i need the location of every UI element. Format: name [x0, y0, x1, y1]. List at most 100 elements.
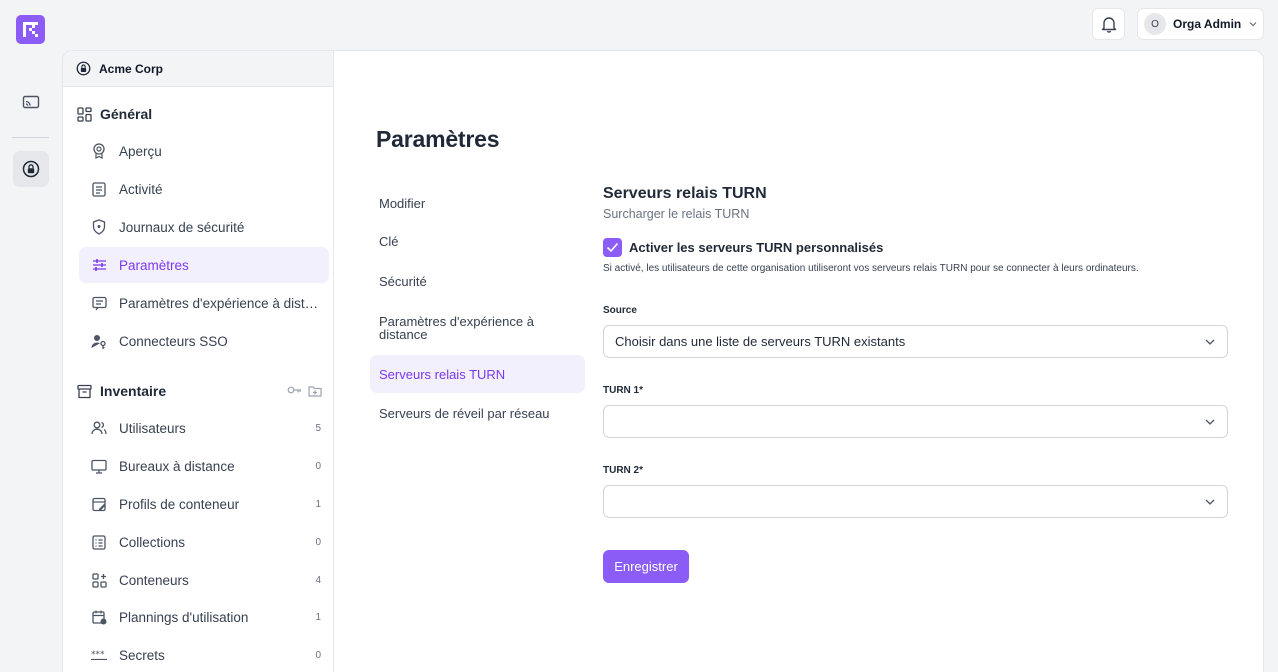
sliders-icon [91, 257, 107, 273]
sidebar-item-label: Journaux de sécurité [119, 219, 245, 235]
avatar: O [1144, 13, 1166, 35]
chevron-down-icon [1205, 499, 1215, 505]
subnav-label: Paramètres d'expérience à distance [379, 314, 534, 342]
users-icon [91, 420, 107, 436]
sidebar-item-container-profiles[interactable]: Profils de conteneur 1 [79, 486, 329, 522]
sidebar-item-label: Profils de conteneur [119, 496, 240, 512]
item-count: 4 [315, 574, 321, 586]
document-list-icon [91, 181, 107, 197]
sidebar-item-containers[interactable]: Conteneurs 4 [79, 562, 329, 598]
item-count: 1 [315, 498, 321, 510]
archive-box-icon [77, 384, 92, 398]
sidebar-item-label: Collections [119, 534, 186, 550]
turn2-label: TURN 2* [603, 465, 644, 476]
form-subtitle: Surcharger le relais TURN [603, 207, 750, 221]
chevron-down-icon [1205, 339, 1215, 345]
organization-sidebar: Acme Corp Général Aperçu Activité Journa… [62, 50, 333, 672]
subnav-security[interactable]: Sécurité [370, 263, 585, 299]
sidebar-item-label: Secrets [119, 647, 165, 663]
section-general-title: Général [100, 106, 153, 122]
subnav-remote-experience[interactable]: Paramètres d'expérience à distance [370, 307, 585, 349]
profile-edit-icon [91, 496, 107, 512]
turn2-select[interactable] [603, 485, 1228, 518]
subnav-label: Modifier [379, 195, 426, 211]
sidebar-item-secrets[interactable]: *** Secrets 0 [79, 637, 329, 672]
dashboard-grid-icon [77, 106, 92, 122]
sidebar-item-label: Paramètres d'expérience à distance [119, 295, 324, 311]
sidebar-item-label: Conteneurs [119, 572, 189, 588]
cast-screen-icon [22, 95, 40, 109]
item-count: 0 [315, 536, 321, 548]
containers-grid-icon [91, 572, 107, 588]
item-count: 0 [315, 649, 321, 661]
chevron-down-icon [1205, 419, 1215, 425]
subnav-edit[interactable]: Modifier [370, 185, 585, 221]
subnav-label: Clé [379, 233, 399, 249]
sidebar-item-remote-desktops[interactable]: Bureaux à distance 0 [79, 448, 329, 484]
item-count: 1 [315, 611, 321, 623]
sidebar-item-settings[interactable]: Paramètres [79, 247, 329, 283]
subnav-label: Serveurs de réveil par réseau [379, 405, 550, 421]
source-label: Source [603, 305, 637, 316]
sidebar-item-remote-experience[interactable]: Paramètres d'expérience à distance [79, 285, 329, 321]
subnav-label: Serveurs relais TURN [379, 366, 506, 382]
user-key-icon [91, 333, 107, 349]
main-panel: Paramètres Modifier Clé Sécurité Paramèt… [333, 50, 1264, 672]
rail-remote-desktops-button[interactable] [13, 85, 49, 121]
source-select[interactable]: Choisir dans une liste de serveurs TURN … [603, 325, 1228, 358]
shield-icon [91, 219, 107, 235]
sidebar-item-collections[interactable]: Collections 0 [79, 524, 329, 560]
subnav-label: Sécurité [379, 273, 427, 289]
sidebar-item-sso-connectors[interactable]: Connecteurs SSO [79, 323, 329, 359]
turn1-select[interactable] [603, 405, 1228, 438]
section-inventory-title: Inventaire [100, 383, 167, 399]
item-count: 0 [315, 460, 321, 472]
sidebar-item-label: Activité [119, 181, 163, 197]
calendar-clock-icon [91, 609, 107, 625]
sidebar-item-usage-schedules[interactable]: Plannings d'utilisation 1 [79, 599, 329, 635]
sidebar-item-label: Plannings d'utilisation [119, 609, 249, 625]
custom-turn-checkbox[interactable] [603, 238, 622, 257]
custom-turn-help-text: Si activé, les utilisateurs de cette org… [603, 263, 1139, 274]
rail-organization-button[interactable] [13, 151, 49, 187]
turn-settings-form: Serveurs relais TURN Surcharger le relai… [603, 185, 1228, 583]
notifications-button[interactable] [1092, 8, 1125, 40]
key-icon[interactable] [287, 385, 302, 395]
monitor-icon [91, 458, 107, 474]
sidebar-item-users[interactable]: Utilisateurs 5 [79, 410, 329, 446]
sidebar-item-label: Paramètres [119, 257, 189, 273]
bell-icon [1101, 17, 1116, 33]
badge-icon [91, 143, 107, 159]
user-menu-button[interactable]: O Orga Admin [1137, 8, 1264, 40]
page-title: Paramètres [376, 126, 500, 152]
sidebar-item-label: Aperçu [119, 143, 162, 159]
sidebar-item-label: Utilisateurs [119, 420, 186, 436]
checklist-icon [91, 534, 107, 550]
sidebar-item-activity[interactable]: Activité [79, 171, 329, 207]
turn1-label: TURN 1* [603, 385, 644, 396]
save-button[interactable]: Enregistrer [603, 550, 689, 583]
check-icon [606, 242, 619, 253]
subnav-wake-on-lan-servers[interactable]: Serveurs de réveil par réseau [370, 395, 585, 431]
section-inventory-header: Inventaire [77, 383, 322, 399]
source-select-value: Choisir dans une liste de serveurs TURN … [615, 334, 906, 349]
app-rail [0, 0, 62, 672]
custom-turn-checkbox-label[interactable]: Activer les serveurs TURN personnalisés [629, 240, 883, 255]
sidebar-item-security-logs[interactable]: Journaux de sécurité [79, 209, 329, 245]
sidebar-item-label: Bureaux à distance [119, 458, 235, 474]
subnav-key[interactable]: Clé [370, 223, 585, 259]
svg-text:***: *** [91, 650, 105, 660]
organization-header[interactable]: Acme Corp [63, 51, 333, 87]
chat-message-icon [91, 295, 107, 311]
section-general-header: Général [77, 106, 322, 122]
folder-add-icon[interactable] [308, 385, 322, 397]
app-logo[interactable] [16, 15, 45, 44]
organization-lock-icon [76, 61, 91, 76]
sidebar-item-overview[interactable]: Aperçu [79, 133, 329, 169]
chevron-down-icon [1249, 22, 1257, 27]
user-name: Orga Admin [1173, 17, 1242, 31]
organization-name: Acme Corp [99, 61, 164, 76]
rail-divider [12, 137, 49, 138]
password-dots-icon: *** [91, 647, 107, 663]
subnav-turn-relay-servers[interactable]: Serveurs relais TURN [370, 355, 585, 393]
